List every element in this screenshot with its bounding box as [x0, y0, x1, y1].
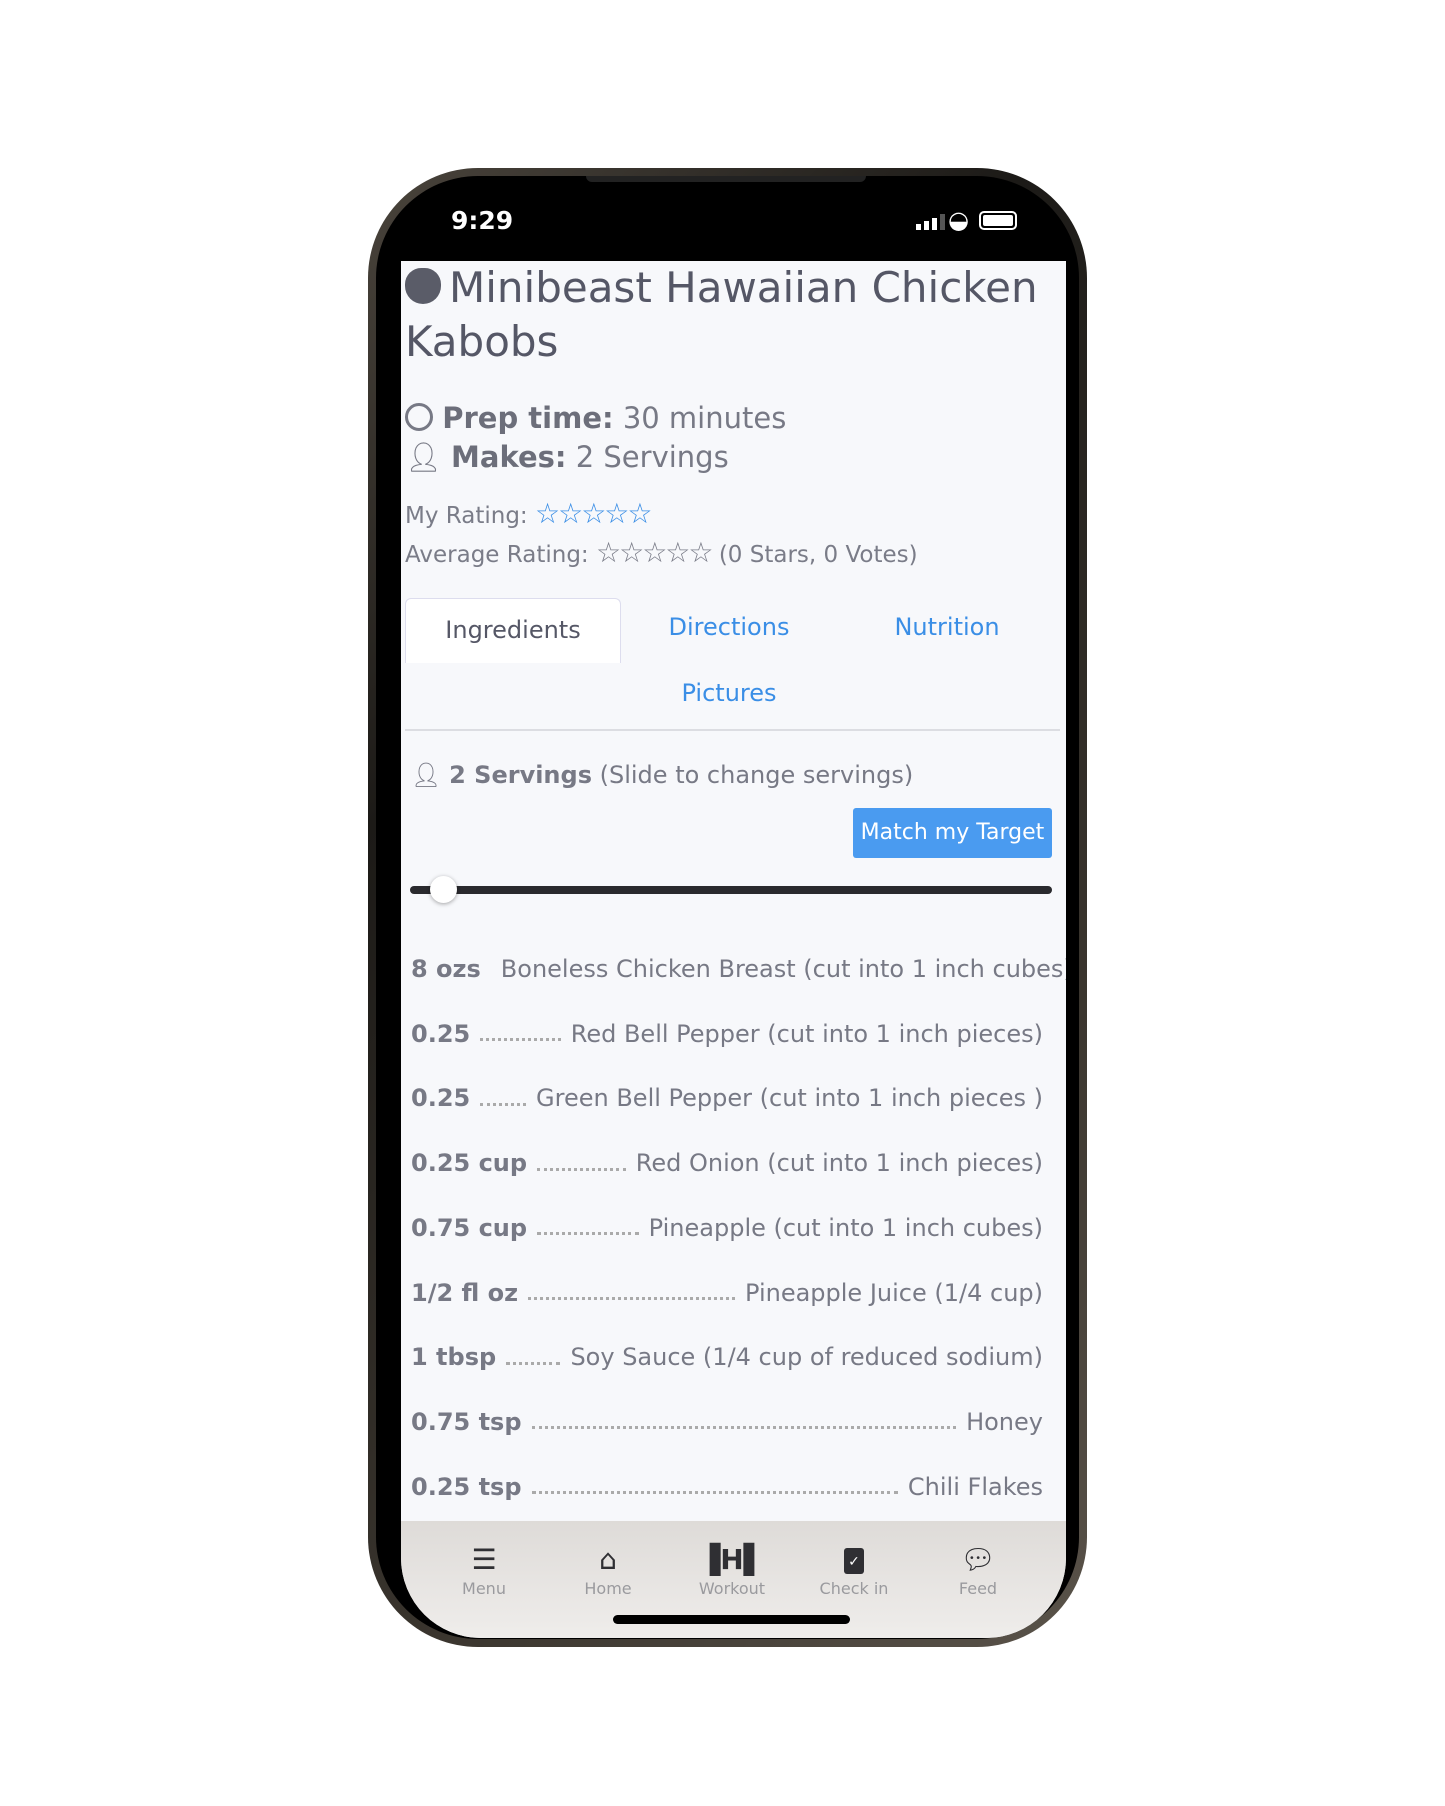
- ingredient-name: Red Onion (cut into 1 inch pieces): [635, 1149, 1043, 1178]
- tab-nutrition[interactable]: Nutrition: [839, 613, 1055, 641]
- clipboard-check-icon: ✓: [799, 1541, 909, 1579]
- ingredient-name: Honey: [966, 1407, 1043, 1436]
- ingredient-quantity: 0.75 cup: [411, 1213, 528, 1242]
- average-rating: Average Rating: ☆☆☆☆☆ (0 Stars, 0 Votes): [405, 536, 918, 569]
- ingredient-name: Boneless Chicken Breast (cut into 1 inch…: [500, 955, 1066, 983]
- prep-label: Prep time:: [442, 401, 614, 435]
- makes-value: 2 Servings: [575, 440, 729, 474]
- ingredient-name: Chili Flakes: [907, 1472, 1043, 1501]
- ingredient-quantity: 0.25 cup: [411, 1149, 528, 1178]
- nav-label: Home: [584, 1579, 632, 1598]
- dot-leader: [531, 1426, 957, 1430]
- servings-count: 2 Servings: [449, 761, 592, 789]
- phone-bezel: 9:29 ◒ Minibeast Hawaiian Chicken Kabobs…: [376, 176, 1079, 1639]
- dot-leader: [528, 1297, 735, 1300]
- user-icon: 👤︎: [411, 761, 442, 789]
- ingredient-row: 0.25 cup Red Onion (cut into 1 inch piece…: [411, 1143, 1043, 1183]
- ingredient-row: 0.75 tsp Honey: [411, 1402, 1043, 1442]
- ingredient-row: 0.25 tsp Chili Flakes: [411, 1467, 1043, 1507]
- ingredient-row: 0.75 cup Pineapple (cut into 1 inch cubes…: [411, 1208, 1043, 1248]
- dot-leader: [480, 1102, 527, 1106]
- dot-leader: [537, 1232, 639, 1236]
- servings-slider[interactable]: [410, 886, 1052, 894]
- bottom-nav: ☰ Menu ⌂ Home ▐H▌ Workout ✓ Check in 💬︎ Feed: [401, 1521, 1066, 1638]
- ingredient-quantity: 8 ozs: [411, 955, 481, 983]
- nav-workout[interactable]: ▐H▌ Workout: [677, 1541, 787, 1598]
- dot-leader: [537, 1167, 626, 1171]
- prep-time: Prep time: 30 minutes: [405, 401, 786, 435]
- ingredient-name: Soy Sauce (1/4 cup of reduced sodium): [570, 1343, 1043, 1372]
- ingredient-quantity: 0.25 tsp: [411, 1472, 522, 1501]
- comments-icon: 💬︎: [960, 1543, 996, 1576]
- ingredient-quantity: 0.75 tsp: [411, 1407, 522, 1436]
- nav-label: Workout: [698, 1579, 766, 1598]
- avg-rating-summary: (0 Stars, 0 Votes): [718, 542, 918, 568]
- servings-hint: (Slide to change servings): [599, 761, 914, 789]
- ingredient-quantity: 1 tbsp: [411, 1343, 497, 1372]
- menu-icon: ☰: [471, 1543, 497, 1576]
- battery-icon: [979, 211, 1017, 230]
- ingredient-row: 0.25 Green Bell Pepper (cut into 1 inch p…: [411, 1078, 1043, 1118]
- status-bar: 9:29 ◒: [376, 176, 1095, 261]
- tab-directions[interactable]: Directions: [621, 613, 837, 641]
- recipe-title: Minibeast Hawaiian Chicken Kabobs: [405, 261, 1055, 369]
- tab-pictures[interactable]: Pictures: [621, 679, 837, 707]
- ingredient-name: Red Bell Pepper (cut into 1 inch pieces): [570, 1019, 1043, 1048]
- makes: 👤︎ Makes: 2 Servings: [405, 440, 729, 475]
- clock-icon: [405, 403, 433, 431]
- recipe-title-text: Minibeast Hawaiian Chicken Kabobs: [405, 263, 1038, 366]
- ingredient-row: 0.25 Red Bell Pepper (cut into 1 inch pie…: [411, 1014, 1043, 1054]
- tab-label: Ingredients: [445, 616, 581, 644]
- slider-handle[interactable]: [430, 876, 457, 903]
- servings-line: 👤︎ 2 Servings (Slide to change servings): [411, 761, 913, 789]
- wifi-icon: ◒: [948, 206, 969, 234]
- dot-leader: [506, 1361, 561, 1365]
- ingredient-row: 8 ozs Boneless Chicken Breast (cut into 1…: [411, 949, 1066, 989]
- my-rating: My Rating: ☆☆☆☆☆: [405, 497, 653, 530]
- app-screen: Minibeast Hawaiian Chicken Kabobs Prep t…: [401, 261, 1066, 1638]
- avg-rating-label: Average Rating:: [405, 542, 589, 568]
- nav-feed[interactable]: 💬︎ Feed: [923, 1541, 1033, 1598]
- speaker-notch: [586, 176, 866, 182]
- ingredient-name: Pineapple (cut into 1 inch cubes): [648, 1213, 1043, 1242]
- ingredient-quantity: 1/2 fl oz: [411, 1278, 519, 1307]
- tab-ingredients[interactable]: Ingredients: [405, 598, 621, 663]
- nav-label: Menu: [462, 1579, 506, 1598]
- ingredient-name: Green Bell Pepper (cut into 1 inch piece…: [536, 1084, 1043, 1113]
- dumbbell-icon: ▐H▌: [698, 1543, 766, 1576]
- status-time: 9:29: [451, 206, 514, 235]
- tabs-divider: [405, 729, 1060, 731]
- nav-label: Check in: [819, 1579, 889, 1598]
- nav-home[interactable]: ⌂ Home: [553, 1541, 663, 1598]
- makes-label: Makes:: [451, 440, 567, 474]
- home-indicator: [613, 1615, 850, 1624]
- signal-icon: [916, 214, 945, 230]
- my-rating-label: My Rating:: [405, 503, 528, 529]
- dot-leader: [531, 1491, 898, 1495]
- prep-value: 30 minutes: [622, 401, 787, 435]
- ingredient-quantity: 0.25: [411, 1084, 471, 1113]
- nav-label: Feed: [958, 1579, 998, 1598]
- nav-check-in[interactable]: ✓ Check in: [799, 1541, 909, 1598]
- avg-rating-stars: ☆☆☆☆☆: [595, 536, 714, 569]
- ingredient-row: 1/2 fl oz Pineapple Juice (1/4 cup): [411, 1273, 1043, 1313]
- ingredient-quantity: 0.25: [411, 1019, 471, 1048]
- my-rating-stars[interactable]: ☆☆☆☆☆: [535, 497, 653, 530]
- apple-icon: [405, 268, 441, 304]
- home-icon: ⌂: [599, 1543, 617, 1576]
- ingredient-name: Pineapple Juice (1/4 cup): [745, 1278, 1043, 1307]
- nav-menu[interactable]: ☰ Menu: [429, 1541, 539, 1598]
- dot-leader: [480, 1038, 561, 1042]
- ingredient-row: 1 tbsp Soy Sauce (1/4 cup of reduced sodi…: [411, 1337, 1043, 1377]
- match-target-button[interactable]: Match my Target: [853, 808, 1052, 858]
- user-icon: 👤︎: [405, 440, 442, 474]
- phone-frame: 9:29 ◒ Minibeast Hawaiian Chicken Kabobs…: [368, 168, 1087, 1647]
